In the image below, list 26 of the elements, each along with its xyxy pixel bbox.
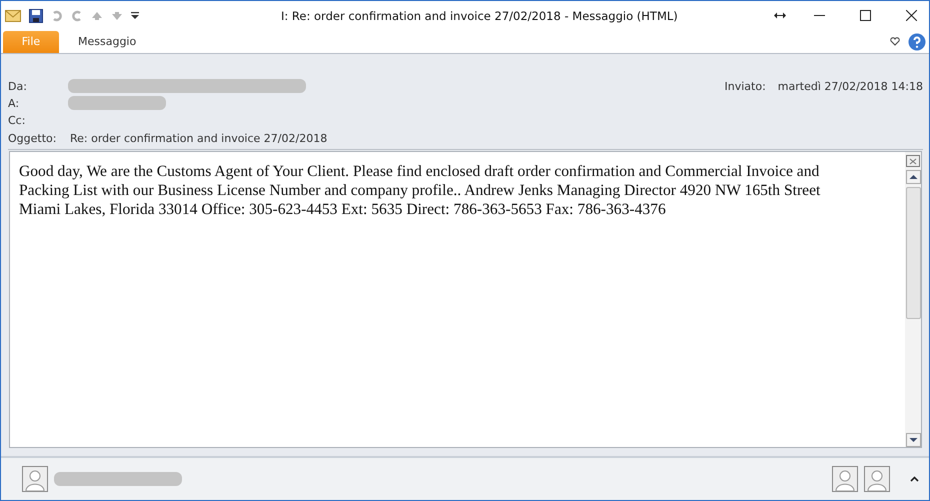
scroll-thumb[interactable] xyxy=(906,186,920,319)
sent-date: martedì 27/02/2018 14:18 xyxy=(778,80,923,93)
heart-icon[interactable] xyxy=(890,37,900,46)
chevron-up-icon[interactable] xyxy=(910,476,919,482)
person-icon xyxy=(864,466,890,492)
ribbon-tab[interactable]: Messaggio xyxy=(61,30,154,53)
field-label: Cc: xyxy=(8,114,26,127)
scroll-up-icon[interactable] xyxy=(906,170,920,184)
maximize-icon[interactable] xyxy=(860,10,871,22)
person-icon xyxy=(832,466,858,492)
customize-icon[interactable] xyxy=(131,12,139,20)
window-title: I: Re: order confirmation and invoice 27/02/2018 - Messaggio (HTML) xyxy=(281,8,678,23)
sent-label: Inviato: xyxy=(724,80,766,93)
message-body: Good day, We are the Customs Agent of Your Client. Please find enclosed draft order confirmation and Commercial Invoice and Packing List with our Business License Number and company profile.. Andrew Jenks Managing Director 4920 NW 165th Street Miami Lakes, Florida 33014 Office: 305-623-4453 Ext: 5635 Direct: 786-363-5653 Fax: 786-363-4376 xyxy=(18,162,822,220)
subject-label: Oggetto: xyxy=(8,132,58,146)
field-label: Da: xyxy=(8,80,28,93)
zoom-icon[interactable] xyxy=(906,154,920,167)
help-icon[interactable] xyxy=(908,32,926,51)
scroll-down-icon[interactable] xyxy=(906,433,920,448)
field-label: A: xyxy=(8,96,20,110)
subject-text: Re: order confirmation and invoice 27/02/2018 xyxy=(70,132,328,146)
person-icon xyxy=(22,466,48,492)
resize-icon xyxy=(774,12,786,20)
envelope-icon[interactable] xyxy=(5,10,21,22)
save-icon[interactable] xyxy=(29,8,43,23)
close-icon[interactable] xyxy=(906,10,917,22)
